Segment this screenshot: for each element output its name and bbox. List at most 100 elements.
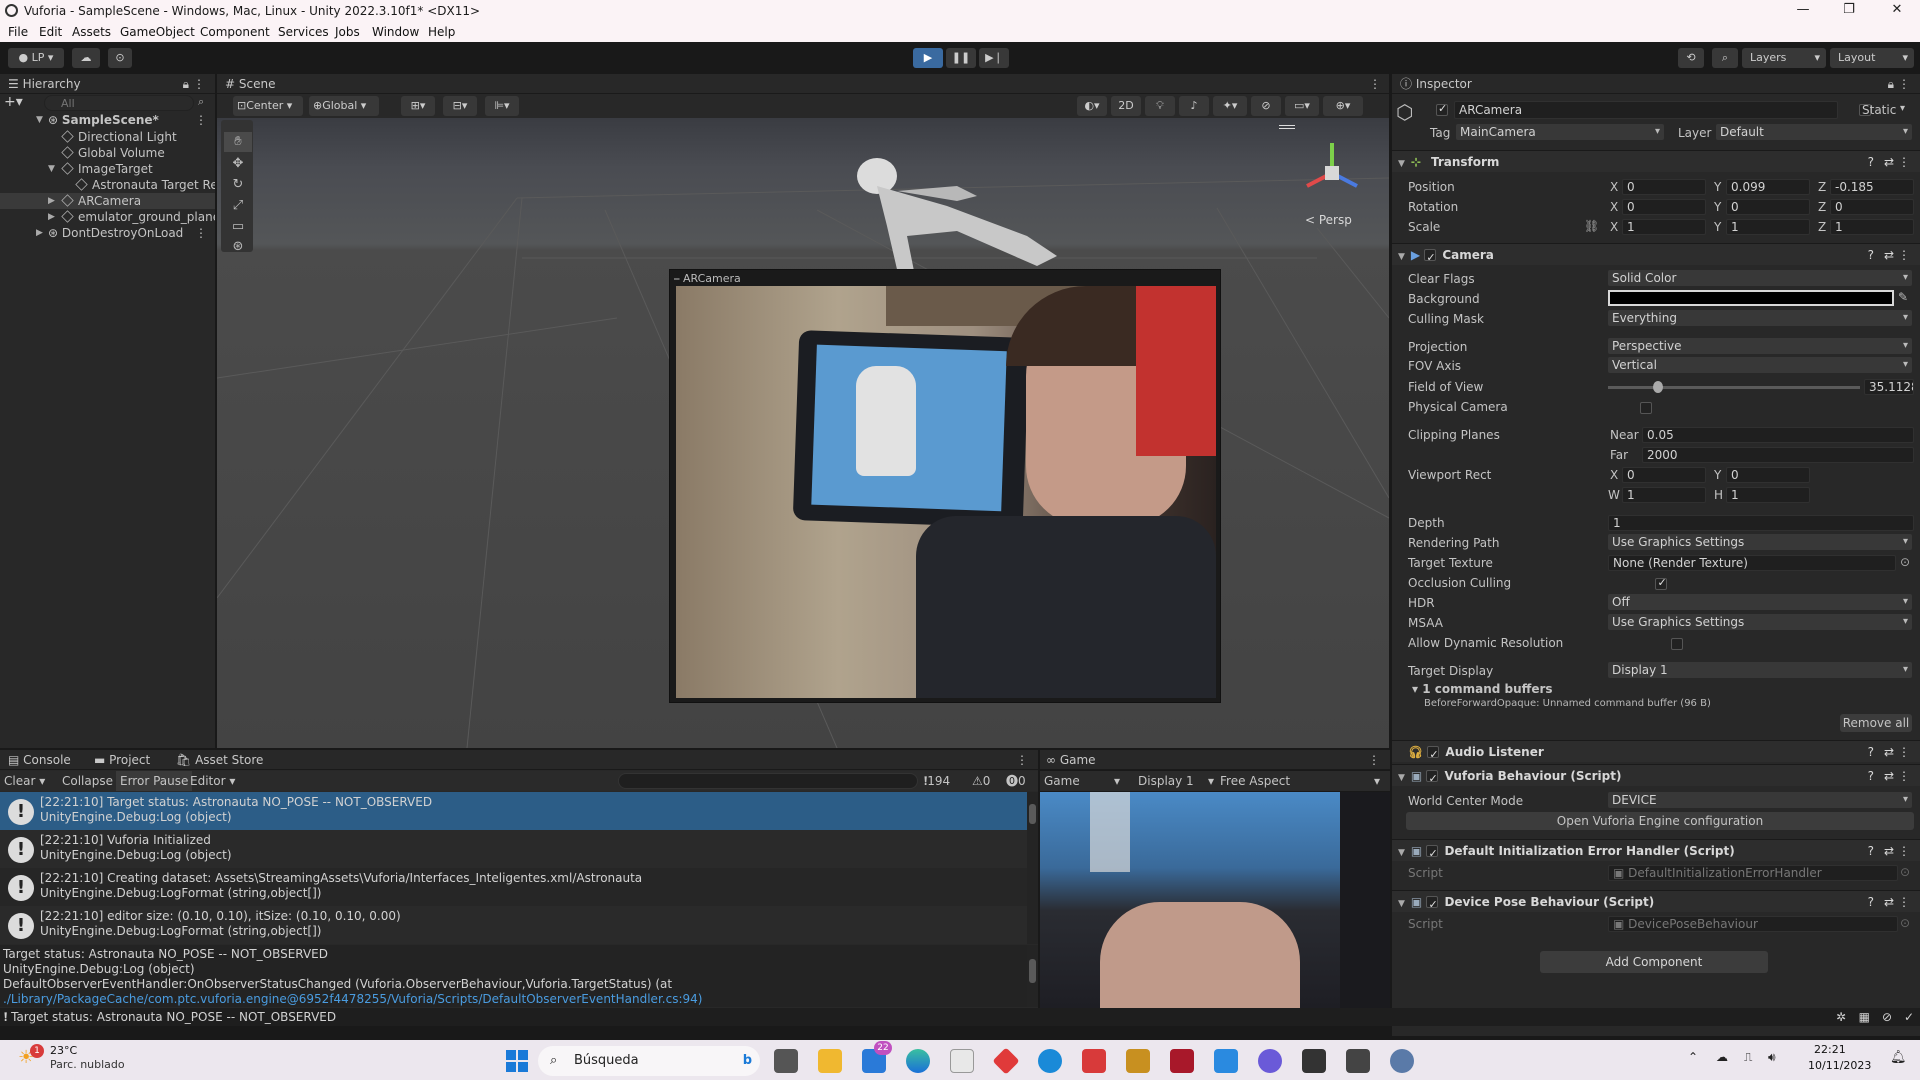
scale-z-field[interactable]: 1: [1830, 219, 1914, 235]
effects-icon[interactable]: ✦▾: [1213, 96, 1247, 116]
target-display-dropdown[interactable]: Display 1: [1608, 662, 1912, 678]
eyedropper-icon[interactable]: ✎: [1898, 290, 1908, 304]
minimize-button[interactable]: —: [1780, 0, 1826, 22]
vuforia-behaviour-checkbox[interactable]: [1426, 768, 1439, 790]
preset-icon[interactable]: ⇄: [1884, 244, 1894, 266]
camera-enabled-checkbox[interactable]: [1424, 247, 1437, 269]
menu-help[interactable]: Help: [428, 25, 455, 39]
camera-settings-icon[interactable]: ▭▾: [1285, 96, 1319, 116]
add-component-button[interactable]: Add Component: [1540, 951, 1768, 973]
scale-y-field[interactable]: 1: [1726, 219, 1810, 235]
command-buffers-foldout[interactable]: ▾ 1 command buffers: [1412, 682, 1553, 696]
tray-chevron-icon[interactable]: ⌃: [1688, 1050, 1698, 1064]
pause-button[interactable]: ❚❚: [946, 48, 976, 68]
toggle-2d-button[interactable]: 2D: [1111, 96, 1141, 116]
foldout-arrow-icon[interactable]: ▼: [1392, 848, 1405, 858]
preset-icon[interactable]: ⇄: [1884, 765, 1894, 787]
link-icon[interactable]: ⛓︎: [1584, 219, 1599, 233]
static-dropdown-icon[interactable]: ▾: [1900, 103, 1905, 114]
search-icon[interactable]: ⌕: [1712, 48, 1738, 68]
task-view-icon[interactable]: [774, 1049, 798, 1073]
collapse-toggle[interactable]: Collapse: [58, 771, 117, 791]
vuforia-behaviour-header[interactable]: ▼ ▣ Vuforia Behaviour (Script)? ⇄⋮: [1392, 764, 1920, 790]
volume-icon[interactable]: 🔊︎: [1768, 1050, 1776, 1065]
rotation-z-field[interactable]: 0: [1830, 199, 1914, 215]
menu-window[interactable]: Window: [372, 25, 419, 39]
help-icon[interactable]: ?: [1868, 891, 1874, 913]
error-pause-toggle[interactable]: Error Pause: [116, 771, 193, 791]
hand-tool-icon[interactable]: ✋︎: [224, 132, 252, 152]
lighting-icon[interactable]: 💡︎: [1145, 96, 1175, 116]
layers-dropdown[interactable]: Layers ▾: [1742, 48, 1826, 68]
preset-icon[interactable]: ⇄: [1884, 891, 1894, 913]
menu-dots-icon[interactable]: ⋮: [195, 225, 207, 241]
taskbar-search[interactable]: ⌕ Búsqueda b: [538, 1046, 760, 1076]
menu-jobs[interactable]: Jobs: [335, 25, 360, 39]
hierarchy-item[interactable]: Global Volume: [0, 145, 215, 161]
perspective-label[interactable]: < Persp: [1305, 213, 1352, 227]
expand-arrow-icon[interactable]: ▼: [48, 161, 55, 177]
tray-app-icon[interactable]: ☁: [1716, 1050, 1728, 1064]
play-button[interactable]: ▶: [913, 48, 943, 68]
position-y-field[interactable]: 0.099: [1726, 179, 1810, 195]
log-entry[interactable]: ! [22:21:10] editor size: (0.10, 0.10), i…: [0, 906, 1027, 944]
transform-header[interactable]: ▼ ⊹ Transform? ⇄ ⋮: [1392, 150, 1920, 172]
microsoft-store-icon[interactable]: [950, 1049, 974, 1073]
occlusion-culling-checkbox[interactable]: [1655, 576, 1668, 590]
settings-app-icon[interactable]: [1390, 1049, 1414, 1073]
culling-mask-dropdown[interactable]: Everything: [1608, 310, 1912, 326]
log-count-toggle[interactable]: ❗︎194: [924, 771, 950, 791]
depth-field[interactable]: 1: [1608, 515, 1914, 531]
hierarchy-item[interactable]: Astronauta Target Rep: [0, 177, 215, 193]
help-app-icon[interactable]: [1038, 1049, 1062, 1073]
viewport-y-field[interactable]: 0: [1726, 467, 1810, 483]
discord-icon[interactable]: [1258, 1049, 1282, 1073]
device-pose-behaviour-checkbox[interactable]: [1426, 894, 1439, 916]
aspect-dropdown[interactable]: Free Aspect ▾: [1220, 771, 1380, 791]
lock-icon[interactable]: 🔒︎: [183, 74, 189, 94]
hierarchy-item[interactable]: ▼ ⊛ SampleScene* ⋮: [0, 112, 215, 128]
pivot-dropdown[interactable]: ⊡Center ▾: [233, 96, 303, 116]
menu-dots-icon[interactable]: ⋮: [1898, 840, 1910, 862]
vscode-icon[interactable]: [1214, 1049, 1238, 1073]
dynamic-resolution-checkbox[interactable]: [1671, 638, 1684, 650]
tag-dropdown[interactable]: MainCamera: [1456, 124, 1664, 140]
menu-edit[interactable]: Edit: [39, 25, 62, 39]
account-dropdown[interactable]: ● LP ▾: [8, 48, 64, 68]
game-launcher-icon[interactable]: [1126, 1049, 1150, 1073]
detail-source-link[interactable]: ./Library/PackageCache/com.ptc.vuforia.e…: [3, 992, 1027, 1007]
foldout-arrow-icon[interactable]: ▼: [1392, 159, 1405, 169]
gizmos-icon[interactable]: ⊕▾: [1323, 96, 1363, 116]
background-color-swatch[interactable]: [1608, 290, 1894, 306]
edge-browser-icon[interactable]: [906, 1049, 930, 1073]
hdr-dropdown[interactable]: Off: [1608, 594, 1912, 610]
detail-scrollbar[interactable]: [1027, 945, 1038, 1007]
log-entry-selected[interactable]: ! [22:21:10] Target status: Astronauta NO…: [0, 792, 1027, 830]
orientation-gizmo[interactable]: [1297, 138, 1367, 208]
fov-axis-dropdown[interactable]: Vertical: [1608, 357, 1912, 373]
game-tab[interactable]: ∞ Game ⋮: [1040, 750, 1390, 770]
hierarchy-item[interactable]: ▶ ⊛ DontDestroyOnLoad ⋮: [0, 225, 215, 241]
expand-arrow-icon[interactable]: ▼: [36, 112, 43, 128]
far-field[interactable]: 2000: [1642, 447, 1914, 463]
lock-icon[interactable]: 🔒︎: [1888, 74, 1894, 94]
menu-dots-icon[interactable]: ⋮: [1898, 765, 1910, 787]
world-center-mode-dropdown[interactable]: DEVICE: [1608, 792, 1912, 808]
fov-field[interactable]: 35.1128: [1864, 379, 1914, 395]
weather-temp[interactable]: 23°C: [50, 1044, 77, 1057]
console-search-input[interactable]: [618, 773, 918, 789]
foldout-arrow-icon[interactable]: ▼: [1392, 773, 1405, 783]
game-mode-dropdown[interactable]: Game ▾: [1044, 771, 1124, 791]
status-text[interactable]: Target status: Astronauta NO_POSE -- NOT…: [11, 1010, 336, 1024]
log-entry[interactable]: ! [22:21:10] Vuforia Initialized UnityEngi…: [0, 830, 1027, 868]
projection-dropdown[interactable]: Perspective: [1608, 338, 1912, 354]
expand-arrow-icon[interactable]: ▶: [48, 209, 55, 225]
audio-listener-header[interactable]: 🎧︎ Audio Listener? ⇄⋮: [1392, 740, 1920, 766]
step-button[interactable]: ▶❘: [979, 48, 1009, 68]
menu-dots-icon[interactable]: ⋮: [1898, 741, 1910, 763]
scale-x-field[interactable]: 1: [1622, 219, 1706, 235]
rendering-path-dropdown[interactable]: Use Graphics Settings: [1608, 534, 1912, 550]
help-icon[interactable]: ?: [1868, 741, 1874, 763]
hierarchy-search-input[interactable]: [44, 95, 194, 111]
add-object-button[interactable]: +▾: [4, 95, 28, 111]
